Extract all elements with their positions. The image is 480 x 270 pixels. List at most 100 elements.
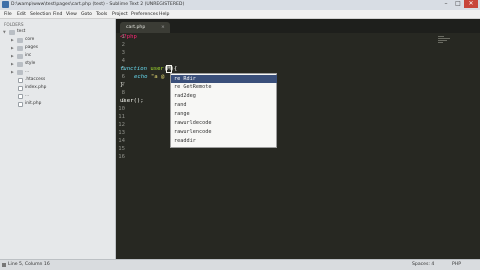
minimap-line bbox=[438, 36, 444, 37]
folder-icon bbox=[9, 30, 15, 35]
sidebar-item-folder[interactable]: ▶ core bbox=[0, 36, 115, 44]
menu-selection[interactable]: Selection bbox=[30, 10, 51, 19]
line-number: 11 bbox=[118, 114, 125, 120]
collapse-arrow-icon[interactable]: ▶ bbox=[11, 36, 16, 44]
line-number: 4 bbox=[121, 58, 125, 64]
sidebar-item-label: .htaccess bbox=[25, 77, 46, 82]
folder-icon bbox=[17, 70, 23, 75]
string-literal: "a @ bbox=[150, 74, 165, 80]
app-window: D:\wamp\www\test\pages\cart.php (test) -… bbox=[0, 0, 480, 270]
sidebar-item-file[interactable]: init.php bbox=[0, 100, 115, 108]
collapse-arrow-icon[interactable]: ▶ bbox=[11, 68, 16, 76]
autocomplete-item[interactable]: re GetRemote bbox=[171, 83, 277, 91]
autocomplete-item[interactable]: rand bbox=[171, 101, 277, 109]
sidebar-item-label: test bbox=[17, 29, 26, 34]
syntax-selector[interactable]: PHP bbox=[452, 260, 461, 270]
maximize-button[interactable]: □ bbox=[452, 0, 464, 8]
menu-help[interactable]: Help bbox=[159, 10, 169, 19]
sidebar-item-label: style bbox=[25, 61, 36, 66]
code-line-9: user(); bbox=[120, 98, 144, 104]
sidebar-item-file[interactable]: index.php bbox=[0, 84, 115, 92]
autocomplete-item[interactable]: readdir bbox=[171, 137, 277, 145]
function-name: user bbox=[150, 66, 164, 72]
code-line-1: <?php bbox=[120, 34, 137, 40]
title-bar: D:\wamp\www\test\pages\cart.php (test) -… bbox=[0, 0, 480, 10]
menu-goto[interactable]: Goto bbox=[81, 10, 92, 19]
collapse-arrow-icon[interactable]: ▶ bbox=[11, 44, 16, 52]
status-bar: Line 5, Column 16 Spaces: 4 PHP bbox=[0, 259, 480, 270]
sidebar-item-folder[interactable]: ▶ style bbox=[0, 60, 115, 68]
code-line-6: echo "a @ bbox=[134, 73, 164, 81]
keyword-function: function bbox=[120, 66, 147, 72]
autocomplete-popup: re Rdir re GetRemote rad2deg rand range … bbox=[170, 73, 277, 148]
sidebar-item-label: ... bbox=[25, 93, 30, 98]
file-icon bbox=[18, 101, 23, 107]
indentation-setting[interactable]: Spaces: 4 bbox=[412, 260, 434, 270]
line-number: 10 bbox=[118, 106, 125, 112]
minimap-line bbox=[438, 42, 443, 43]
sidebar-item-folder[interactable]: ▶ ... bbox=[0, 68, 115, 76]
sidebar-item-label: core bbox=[25, 37, 35, 42]
sidebar: FOLDERS ▼ test ▶ core ▶ pages ▶ inc ▶ st… bbox=[0, 19, 116, 259]
cursor-position: Line 5, Column 16 bbox=[8, 262, 50, 267]
sidebar-item-folder[interactable]: ▶ pages bbox=[0, 44, 115, 52]
collapse-arrow-icon[interactable]: ▶ bbox=[11, 52, 16, 60]
code-line-7: } bbox=[120, 82, 124, 88]
autocomplete-item[interactable]: rawurlencode bbox=[171, 128, 277, 136]
sublime-app-icon bbox=[2, 1, 9, 8]
menu-find[interactable]: Find bbox=[53, 10, 62, 19]
code-line-5: function user(M){ bbox=[120, 65, 177, 73]
line-number: 12 bbox=[118, 122, 125, 128]
menu-edit[interactable]: Edit bbox=[17, 10, 26, 19]
sidebar-item-label: ... bbox=[25, 69, 30, 74]
sidebar-item-file[interactable]: ... bbox=[0, 92, 115, 100]
status-console-icon[interactable] bbox=[2, 263, 6, 267]
file-icon bbox=[18, 77, 23, 83]
file-icon bbox=[18, 85, 23, 91]
folder-icon bbox=[17, 38, 23, 43]
menu-preferences[interactable]: Preferences bbox=[131, 10, 158, 19]
collapse-arrow-icon[interactable]: ▶ bbox=[11, 60, 16, 68]
sidebar-item-folder[interactable]: ▶ inc bbox=[0, 52, 115, 60]
minimap[interactable] bbox=[438, 36, 452, 44]
line-number: 13 bbox=[118, 130, 125, 136]
window-title: D:\wamp\www\test\pages\cart.php (test) -… bbox=[11, 2, 185, 7]
minimap-line bbox=[438, 40, 447, 41]
autocomplete-item[interactable]: rawurldecode bbox=[171, 119, 277, 127]
paren-close-brace: ){ bbox=[170, 66, 178, 72]
sidebar-item-label: index.php bbox=[25, 85, 47, 90]
line-number: 2 bbox=[121, 42, 125, 48]
sidebar-item-label: inc bbox=[25, 53, 32, 58]
sidebar-item-label: init.php bbox=[25, 101, 42, 106]
menu-tools[interactable]: Tools bbox=[96, 10, 107, 19]
line-number: 14 bbox=[118, 138, 125, 144]
autocomplete-item[interactable]: rad2deg bbox=[171, 92, 277, 100]
sidebar-item-label: pages bbox=[25, 45, 38, 50]
menu-project[interactable]: Project bbox=[112, 10, 128, 19]
sidebar-item-file[interactable]: .htaccess bbox=[0, 76, 115, 84]
menu-file[interactable]: File bbox=[4, 10, 12, 19]
tab-close-icon[interactable]: × bbox=[161, 22, 165, 33]
tab-bar: cart.php × bbox=[116, 19, 480, 33]
folder-icon bbox=[17, 46, 23, 51]
file-icon bbox=[18, 93, 23, 99]
folder-icon bbox=[17, 62, 23, 67]
autocomplete-item[interactable]: re Rdir bbox=[171, 74, 277, 83]
tab-label: cart.php bbox=[126, 25, 146, 30]
expand-arrow-icon[interactable]: ▼ bbox=[3, 28, 8, 36]
menu-bar: File Edit Selection Find View Goto Tools… bbox=[0, 10, 480, 19]
sidebar-item-root-folder[interactable]: ▼ test bbox=[0, 28, 115, 36]
line-number: 15 bbox=[118, 146, 125, 152]
keyword-echo: echo bbox=[134, 74, 148, 80]
line-number: 16 bbox=[118, 154, 125, 160]
close-button[interactable]: ✕ bbox=[464, 0, 478, 8]
sidebar-folders-label: FOLDERS bbox=[4, 22, 24, 27]
minimize-button[interactable]: – bbox=[440, 0, 452, 8]
tab-cart-php[interactable]: cart.php × bbox=[120, 22, 170, 33]
folder-icon bbox=[17, 54, 23, 59]
line-number: 3 bbox=[121, 50, 125, 56]
menu-view[interactable]: View bbox=[66, 10, 77, 19]
line-number: 8 bbox=[121, 90, 125, 96]
minimap-line bbox=[438, 38, 450, 39]
autocomplete-item[interactable]: range bbox=[171, 110, 277, 118]
